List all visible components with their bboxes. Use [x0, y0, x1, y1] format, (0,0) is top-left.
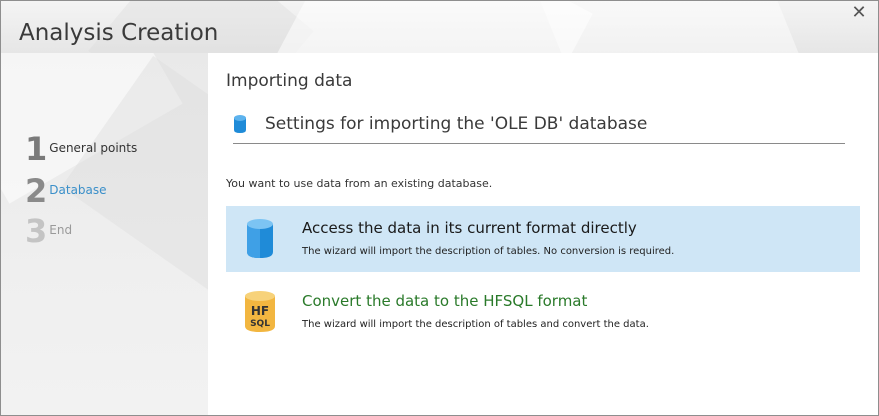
- step-end[interactable]: 3 End: [25, 213, 72, 247]
- intro-text: You want to use data from an existing da…: [226, 177, 493, 190]
- option-description: The wizard will import the description o…: [302, 319, 649, 330]
- step-label: Database: [49, 183, 107, 197]
- settings-section-header: Settings for importing the 'OLE DB' data…: [233, 111, 845, 144]
- analysis-creation-window: Analysis Creation ✕ 1 General points 2 D…: [0, 0, 879, 416]
- step-number: 1: [25, 130, 48, 168]
- title-bar: Analysis Creation ✕: [1, 1, 878, 53]
- settings-title: Settings for importing the 'OLE DB' data…: [265, 114, 648, 134]
- step-database[interactable]: 2 Database: [25, 173, 107, 207]
- step-number: 2: [25, 172, 48, 210]
- database-icon: [234, 115, 246, 133]
- step-label: General points: [49, 141, 138, 155]
- step-label: End: [49, 223, 73, 237]
- step-general-points[interactable]: 1 General points: [25, 131, 137, 165]
- option-title: Convert the data to the HFSQL format: [302, 292, 588, 310]
- hfsql-database-icon: HF SQL: [245, 291, 275, 332]
- title-bar-decoration: [527, 1, 815, 53]
- window-title: Analysis Creation: [19, 20, 219, 46]
- option-title: Access the data in its current format di…: [302, 219, 637, 237]
- hfsql-icon-text-bottom: SQL: [250, 319, 270, 329]
- database-icon: [247, 219, 273, 258]
- close-icon[interactable]: ✕: [850, 4, 868, 22]
- page-heading: Importing data: [226, 71, 353, 91]
- step-number: 3: [25, 212, 48, 250]
- wizard-steps-sidebar: 1 General points 2 Database 3 End: [1, 53, 208, 415]
- hfsql-icon-text-top: HF: [251, 304, 269, 318]
- option-convert-to-hfsql[interactable]: HF SQL Convert the data to the HFSQL for…: [226, 279, 860, 345]
- option-access-data-directly[interactable]: Access the data in its current format di…: [226, 206, 860, 272]
- option-description: The wizard will import the description o…: [302, 246, 675, 257]
